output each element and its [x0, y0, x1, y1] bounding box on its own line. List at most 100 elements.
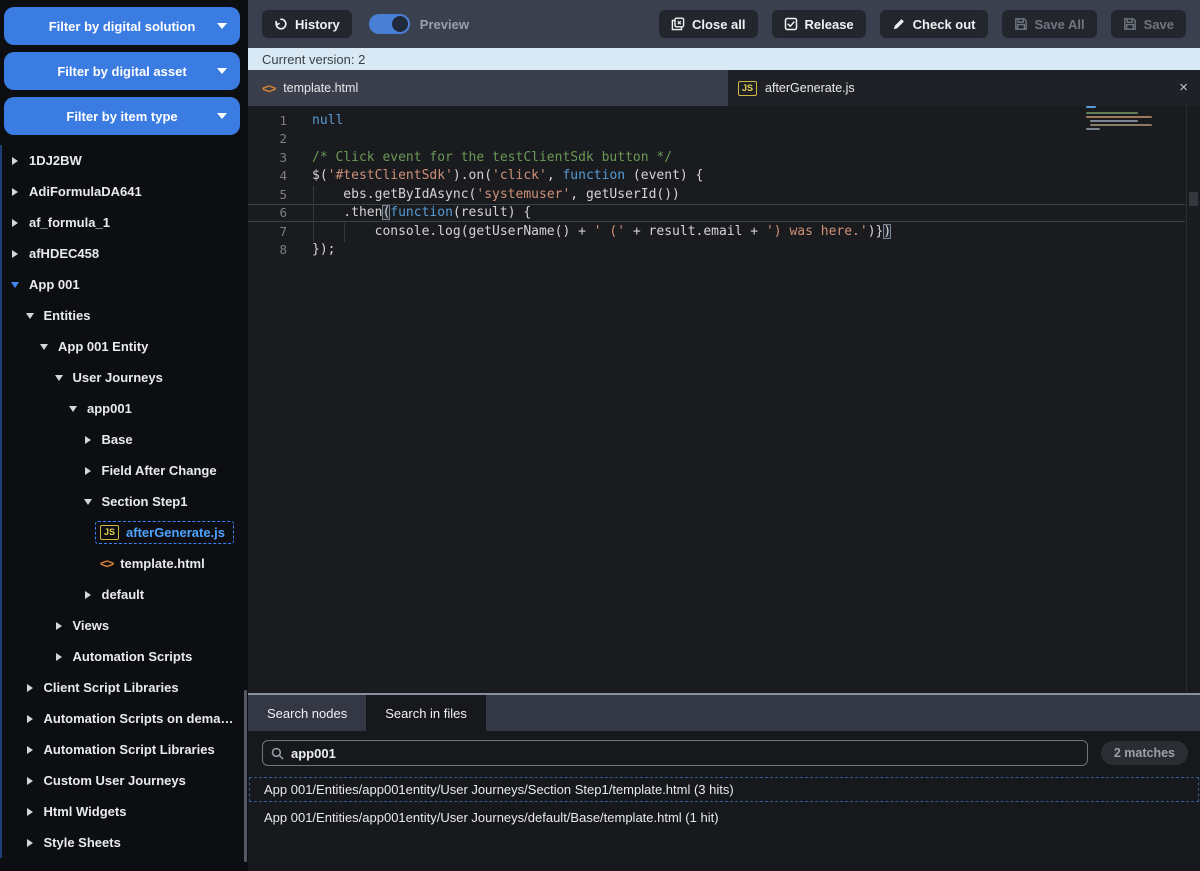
chevron-right-icon[interactable] [12, 156, 18, 165]
close-all-icon [671, 17, 685, 31]
chevron-right-icon[interactable] [26, 745, 33, 754]
chevron-down-icon[interactable] [11, 281, 19, 288]
save-button[interactable]: Save [1110, 10, 1186, 38]
code-token: (event) { [625, 168, 704, 184]
chevron-right-icon[interactable] [55, 652, 62, 661]
code-line-6[interactable]: 6 .then(function(result) { [248, 203, 1185, 222]
tree-item-client-script-libraries[interactable]: Client Script Libraries [2, 672, 248, 703]
code-token: (result) { [452, 205, 532, 221]
tree-item-field-after-change[interactable]: Field After Change [2, 455, 248, 486]
chevron-right-icon[interactable] [84, 466, 91, 475]
release-label: Release [804, 16, 854, 32]
tab-search-nodes[interactable]: Search nodes [248, 695, 366, 731]
chevron-down-icon[interactable] [83, 498, 92, 505]
tree-item-style-sheets[interactable]: Style Sheets [2, 827, 248, 858]
tree-item-label: Style Sheets [43, 835, 121, 850]
tab-search-in-files-label: Search in files [385, 705, 467, 721]
history-button[interactable]: History [262, 10, 352, 38]
search-result-text: App 001/Entities/app001entity/User Journ… [264, 782, 734, 797]
tree-item-app-001[interactable]: App 001 [2, 269, 248, 300]
preview-toggle-knob [391, 16, 408, 32]
minimap[interactable] [1084, 106, 1164, 132]
search-icon [271, 747, 284, 759]
code-line-5[interactable]: 5 ebs.getByIdAsync('systemuser', getUser… [248, 185, 1185, 204]
tree-item-label: App 001 [29, 277, 80, 292]
search-input[interactable] [291, 745, 1079, 761]
code-line-4[interactable]: 4 $('#testClientSdk').on('click', functio… [248, 167, 1185, 186]
chevron-right-icon[interactable] [55, 621, 62, 630]
tree-item-views[interactable]: Views [2, 610, 248, 641]
tree-item-aftergenerate-js[interactable]: JS afterGenerate.js [2, 517, 248, 548]
code-text: console.log(getUserName() + ' (' + resul… [312, 223, 892, 240]
code-line-2[interactable]: 2 [248, 130, 1185, 149]
save-all-button[interactable]: Save All [1001, 10, 1097, 38]
tree-item-entities[interactable]: Entities [2, 300, 248, 331]
chevron-down-icon [217, 113, 227, 119]
tree-item-automation-scripts-on-dema-[interactable]: Automation Scripts on dema… [2, 703, 248, 734]
chevron-right-icon[interactable] [26, 776, 33, 785]
chevron-right-icon[interactable] [26, 838, 33, 847]
preview-label: Preview [419, 16, 469, 32]
chevron-right-icon[interactable] [26, 714, 33, 723]
chevron-down-icon[interactable] [25, 312, 34, 319]
search-result-1[interactable]: App 001/Entities/app001entity/User Journ… [249, 777, 1199, 802]
chevron-down-icon[interactable] [69, 405, 77, 412]
tree-item-user-journeys[interactable]: User Journeys [2, 362, 248, 393]
chevron-down-icon[interactable] [40, 343, 48, 350]
tree-item-app001[interactable]: app001 [2, 393, 248, 424]
tab-search-in-files[interactable]: Search in files [366, 695, 486, 731]
search-box[interactable] [262, 740, 1088, 766]
preview-toggle[interactable] [368, 14, 410, 34]
tree-item-label: afterGenerate.js [126, 525, 226, 540]
editor-tabstrip: <> template.html JS afterGenerate.js × [248, 70, 1200, 106]
tree-item-default[interactable]: default [2, 579, 248, 610]
code-line-8[interactable]: 8}); [248, 241, 1185, 260]
tree-item-label: User Journeys [72, 370, 163, 385]
tree-item-adiformulada641[interactable]: AdiFormulaDA641 [2, 176, 248, 207]
tree-item-app-001-entity[interactable]: App 001 Entity [2, 331, 248, 362]
tree-item-custom-user-journeys[interactable]: Custom User Journeys [2, 765, 248, 796]
chevron-right-icon[interactable] [26, 683, 33, 692]
tree-item-label: Html Widgets [43, 804, 127, 819]
filter-by-item-type-button[interactable]: Filter by item type [4, 97, 240, 135]
indent-guide [313, 186, 314, 242]
code-line-3[interactable]: 3 /* Click event for the testClientSdk bu… [248, 148, 1185, 167]
tab-aftergenerate-js[interactable]: JS afterGenerate.js [728, 70, 869, 106]
filter-by-digital-solution-button[interactable]: Filter by digital solution [4, 7, 240, 45]
tree-item-automation-scripts[interactable]: Automation Scripts [2, 641, 248, 672]
filter-by-digital-solution-label: Filter by digital solution [48, 18, 196, 34]
tree-item-section-step1[interactable]: Section Step1 [2, 486, 248, 517]
check-out-button[interactable]: Check out [879, 10, 988, 38]
sidebar-scrollbar-thumb[interactable] [244, 690, 247, 862]
chevron-right-icon[interactable] [84, 590, 91, 599]
close-all-button[interactable]: Close all [659, 10, 758, 38]
code-line-7[interactable]: 7 console.log(getUserName() + ' (' + res… [248, 222, 1185, 241]
tree-item-template-html[interactable]: <> template.html [2, 548, 248, 579]
chevron-right-icon[interactable] [12, 187, 18, 196]
chevron-right-icon[interactable] [84, 435, 91, 444]
release-button[interactable]: Release [771, 10, 866, 38]
line-number: 2 [279, 131, 287, 147]
filter-by-digital-asset-button[interactable]: Filter by digital asset [4, 52, 240, 90]
close-tab-icon[interactable]: × [1179, 79, 1188, 97]
code-token: /* Click event for the testClientSdk but… [312, 149, 673, 165]
chevron-down-icon[interactable] [54, 374, 63, 381]
tab-template-html[interactable]: <> template.html [248, 70, 728, 106]
code-line-1[interactable]: 1 null [248, 111, 1185, 130]
tree-item-label: 1DJ2BW [29, 153, 82, 168]
save-all-icon [1014, 18, 1027, 30]
search-result-2[interactable]: App 001/Entities/app001entity/User Journ… [249, 805, 1199, 830]
tree-item-af-formula-1[interactable]: af_formula_1 [2, 207, 248, 238]
chevron-right-icon[interactable] [26, 807, 33, 816]
tree-item-automation-script-libraries[interactable]: Automation Script Libraries [2, 734, 248, 765]
code-editor[interactable]: 1 null 2 3 /* Click event for the testClient… [248, 106, 1200, 693]
tree-item-base[interactable]: Base [2, 424, 248, 455]
chevron-right-icon[interactable] [12, 249, 18, 258]
tree-item-1dj2bw[interactable]: 1DJ2BW [2, 145, 248, 176]
tree-item-afhdec458[interactable]: afHDEC458 [2, 238, 248, 269]
code-token: 'systemuser' [476, 186, 571, 202]
toolbar-right-group: Close all Release Check out Save All Sav… [659, 10, 1186, 38]
tree-item-html-widgets[interactable]: Html Widgets [2, 796, 248, 827]
editor-scrollbar[interactable] [1186, 106, 1200, 693]
chevron-right-icon[interactable] [12, 218, 18, 227]
